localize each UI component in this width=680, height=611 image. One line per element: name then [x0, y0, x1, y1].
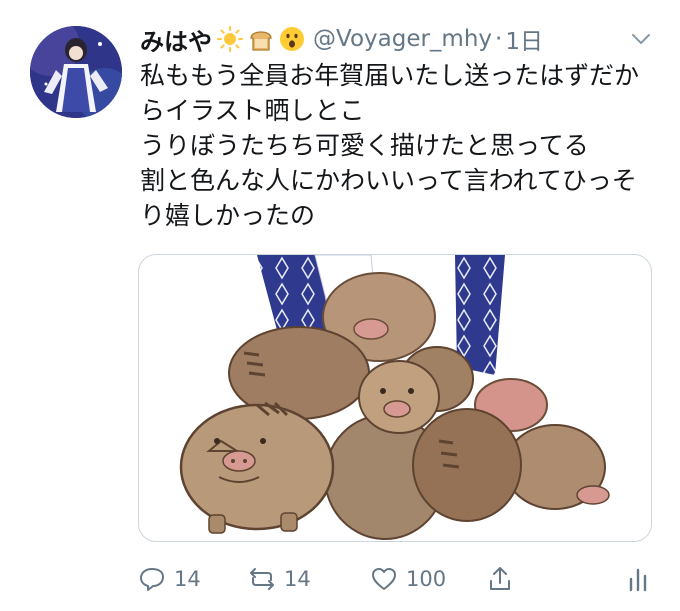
chevron-down-icon[interactable] [630, 28, 652, 50]
tweet-text-line: 私ももう全員お年賀届いたし送ったはずだか [140, 61, 640, 90]
reply-icon [140, 568, 164, 591]
retweet-button[interactable]: 14 [248, 562, 311, 596]
surprised-face-icon [280, 27, 304, 51]
tweet-header: みはや @Voyager_mhy · 1日 [140, 22, 652, 56]
retweet-icon [250, 568, 274, 590]
display-name[interactable]: みはや [140, 22, 212, 57]
bread-icon [250, 31, 272, 51]
avatar[interactable] [30, 26, 122, 118]
analytics-icon [629, 568, 647, 592]
reply-button[interactable]: 14 [138, 562, 201, 596]
tweet-text-line: り嬉しかったの [140, 201, 316, 230]
like-button[interactable]: 100 [370, 562, 446, 596]
tweet-text: 私ももう全員お年賀届いたし送ったはずだか らイラスト晒しとこ うりぼうたちち可愛… [140, 58, 660, 233]
avatar-image [30, 26, 122, 118]
analytics-button[interactable] [624, 562, 652, 596]
reply-count: 14 [174, 567, 201, 591]
retweet-count: 14 [284, 567, 311, 591]
user-handle[interactable]: @Voyager_mhy [313, 26, 492, 52]
sun-icon [217, 26, 243, 52]
tweet-media[interactable] [138, 254, 652, 542]
tweet-text-line: らイラスト晒しとこ [140, 96, 365, 125]
tweet-text-line: 割と色んな人にかわいいって言われてひっそ [140, 166, 637, 195]
illustration-image [179, 255, 610, 540]
timestamp[interactable]: 1日 [505, 22, 543, 56]
share-button[interactable] [486, 562, 514, 596]
tweet-actions: 14 14 100 [138, 562, 660, 596]
heart-icon [372, 568, 396, 590]
share-icon [490, 567, 510, 590]
separator: · [495, 26, 503, 52]
like-count: 100 [406, 567, 447, 591]
tweet-text-line: うりぼうたちち可愛く描けたと思ってる [140, 131, 589, 160]
